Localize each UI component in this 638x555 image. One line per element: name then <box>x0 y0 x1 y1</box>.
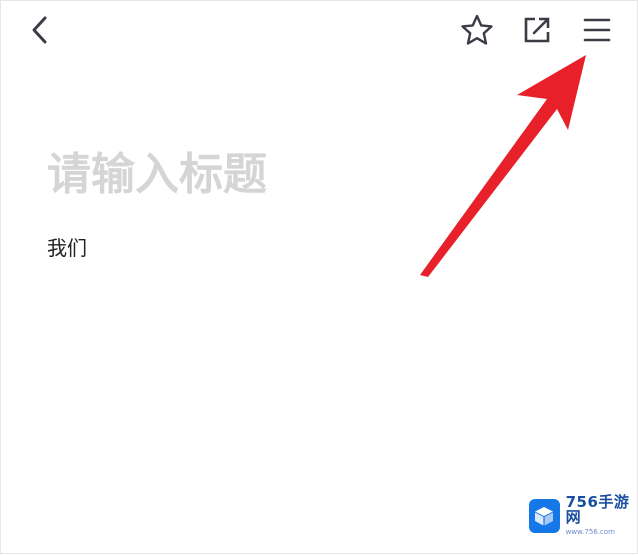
note-body-editor[interactable]: 我们 <box>47 233 587 263</box>
external-link-icon <box>524 17 550 43</box>
star-outline-icon <box>461 14 493 45</box>
menu-button[interactable] <box>575 9 619 51</box>
watermark-url: www.756.com <box>565 528 615 536</box>
back-button[interactable] <box>23 11 57 49</box>
watermark-logo <box>529 498 560 533</box>
annotation-arrow <box>420 55 586 277</box>
watermark-name: 756手游网 <box>565 493 630 526</box>
chevron-left-icon <box>32 16 47 44</box>
favorite-button[interactable] <box>455 9 499 51</box>
share-button[interactable] <box>515 9 559 51</box>
hamburger-menu-icon <box>583 18 611 42</box>
app-screen: 我们 756手游网 www.756.com <box>0 0 638 554</box>
cube-icon <box>535 506 554 525</box>
watermark: 756手游网 www.756.com <box>529 495 637 536</box>
title-input[interactable] <box>47 139 567 209</box>
